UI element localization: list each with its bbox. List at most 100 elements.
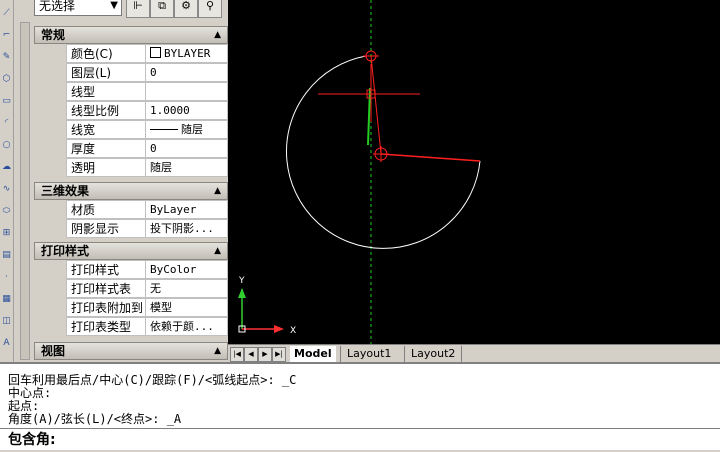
circle-tool-icon[interactable]: ○ [1, 140, 12, 151]
section-plot-header[interactable]: 打印样式 ▲ [34, 242, 228, 260]
prop-value[interactable]: 0 [146, 139, 228, 158]
ucs-icon: Y X [238, 276, 296, 336]
chevron-down-icon: ▼ [110, 0, 118, 11]
prop-value[interactable] [146, 82, 228, 101]
prop-row-thickness[interactable]: 厚度 0 [34, 139, 228, 158]
prop-row-layer[interactable]: 图层(L) 0 [34, 63, 228, 82]
prop-row-transparency[interactable]: 透明 随层 [34, 158, 228, 177]
prop-row-plot-attached[interactable]: 打印表附加到 模型 [34, 298, 228, 317]
ellipse-tool-icon[interactable]: ⬭ [1, 206, 12, 217]
toggle-pickadd-button[interactable]: ⊩ [126, 0, 150, 18]
hatch-tool-icon[interactable]: ▦ [1, 294, 12, 305]
tab-layout1[interactable]: Layout1 [340, 346, 397, 362]
tab-layout2[interactable]: Layout2 [404, 346, 463, 362]
prop-row-plot-style[interactable]: 打印样式 ByColor [34, 260, 228, 279]
prop-row-color[interactable]: 颜色(C) BYLAYER [34, 44, 228, 63]
collapse-icon: ▲ [214, 30, 221, 40]
lineweight-sample-icon [150, 129, 178, 130]
prop-value[interactable]: 模型 [146, 298, 228, 317]
row-gutter [34, 279, 66, 298]
block-tool-icon[interactable]: ▤ [1, 250, 12, 261]
collapse-icon: ▲ [214, 246, 221, 256]
row-gutter [34, 317, 66, 336]
prop-row-linetype-scale[interactable]: 线型比例 1.0000 [34, 101, 228, 120]
prop-name: 图层(L) [66, 63, 146, 82]
properties-palette: 无选择 ▼ ⊩ ⧉ ⚙ ⚲ 常规 ▲ 颜色(C) BYLAYER 图层(L) 0… [14, 0, 228, 362]
prop-row-lineweight[interactable]: 线宽 随层 [34, 120, 228, 139]
polyline-tool-icon[interactable]: ⌐ [1, 30, 12, 41]
draw-toolstrip: ⟋ ⌐ ✎ ⬡ ▭ ◜ ○ ☁ ∿ ⬭ ⊞ ▤ · ▦ ◫ A [0, 0, 14, 362]
layout-tab-bar: |◀ ◀ ▶ ▶| Model Layout1 Layout2 [228, 344, 720, 362]
row-gutter [34, 82, 66, 101]
rectangle-tool-icon[interactable]: ▭ [1, 96, 12, 107]
prop-name: 打印表附加到 [66, 298, 146, 317]
selection-dropdown[interactable]: 无选择 ▼ [34, 0, 122, 16]
prop-row-linetype[interactable]: 线型 [34, 82, 228, 101]
section-general-header[interactable]: 常规 ▲ [34, 26, 228, 44]
section-3d-title: 三维效果 [41, 184, 90, 198]
last-tab-icon[interactable]: ▶| [272, 347, 286, 362]
prop-value[interactable]: 无 [146, 279, 228, 298]
prop-name: 阴影显示 [66, 219, 146, 238]
section-view-title: 视图 [41, 344, 66, 358]
tab-model[interactable]: Model [290, 346, 336, 362]
section-view-header[interactable]: 视图 ▲ [34, 342, 228, 360]
text-tool-icon[interactable]: A [1, 338, 12, 349]
drawing-canvas[interactable]: Y X [228, 0, 720, 344]
row-gutter [34, 120, 66, 139]
spline-tool-icon[interactable]: ∿ [1, 184, 12, 195]
prop-value[interactable]: 1.0000 [146, 101, 228, 120]
cloud-tool-icon[interactable]: ☁ [1, 162, 12, 173]
row-gutter [34, 158, 66, 177]
prop-value-lineweight[interactable]: 随层 [146, 120, 228, 139]
region-tool-icon[interactable]: ◫ [1, 316, 12, 327]
line-tool-icon[interactable]: ⟋ [1, 8, 12, 19]
prop-value[interactable]: 随层 [146, 158, 228, 177]
select-objects-button[interactable]: ⧉ [150, 0, 174, 18]
prop-name: 透明 [66, 158, 146, 177]
center-marker-icon [373, 146, 389, 162]
prop-row-plot-type[interactable]: 打印表类型 依赖于颜... [34, 317, 228, 336]
radius-line-start [370, 55, 382, 155]
row-gutter [34, 63, 66, 82]
prop-value[interactable]: ByLayer [146, 200, 228, 219]
prop-row-material[interactable]: 材质 ByLayer [34, 200, 228, 219]
insert-tool-icon[interactable]: ⊞ [1, 228, 12, 239]
prop-row-plot-table[interactable]: 打印样式表 无 [34, 279, 228, 298]
prop-value-text: BYLAYER [164, 47, 211, 60]
point-tool-icon[interactable]: · [1, 272, 12, 283]
section-3d-header[interactable]: 三维效果 ▲ [34, 182, 228, 200]
first-tab-icon[interactable]: |◀ [230, 347, 244, 362]
section-plot-title: 打印样式 [41, 244, 90, 258]
filter-icon: ⚲ [205, 0, 215, 12]
selection-dropdown-value: 无选择 [39, 0, 76, 13]
prop-name: 线型比例 [66, 101, 146, 120]
filter-button[interactable]: ⚲ [198, 0, 222, 18]
ucs-x-label: X [290, 326, 296, 336]
drawing-svg: Y X [238, 0, 481, 344]
command-prompt-input[interactable]: 包含角: [0, 428, 720, 452]
row-gutter [34, 260, 66, 279]
prop-name: 打印表类型 [66, 317, 146, 336]
prop-value[interactable]: 依赖于颜... [146, 317, 228, 336]
palette-scrollbar[interactable] [20, 22, 30, 360]
pencil-tool-icon[interactable]: ✎ [1, 52, 12, 63]
prop-value[interactable]: ByColor [146, 260, 228, 279]
arc-preview [286, 55, 481, 249]
next-tab-icon[interactable]: ▶ [258, 347, 272, 362]
row-gutter [34, 219, 66, 238]
prop-value[interactable]: 0 [146, 63, 228, 82]
row-gutter [34, 44, 66, 63]
ucs-y-label: Y [238, 276, 245, 286]
row-gutter [34, 139, 66, 158]
prev-tab-icon[interactable]: ◀ [244, 347, 258, 362]
arc-tool-icon[interactable]: ◜ [1, 118, 12, 129]
prop-row-shadow[interactable]: 阴影显示 投下阴影... [34, 219, 228, 238]
color-swatch-icon [150, 47, 161, 58]
quick-select-button[interactable]: ⚙ [174, 0, 198, 18]
section-general-title: 常规 [41, 28, 66, 42]
command-window[interactable]: 回车利用最后点/中心(C)/跟踪(F)/<弧线起点>: _C 中心点: 起点: … [0, 362, 720, 450]
polygon-tool-icon[interactable]: ⬡ [1, 74, 12, 85]
prop-value[interactable]: 投下阴影... [146, 219, 228, 238]
prop-value-color[interactable]: BYLAYER [146, 44, 228, 63]
